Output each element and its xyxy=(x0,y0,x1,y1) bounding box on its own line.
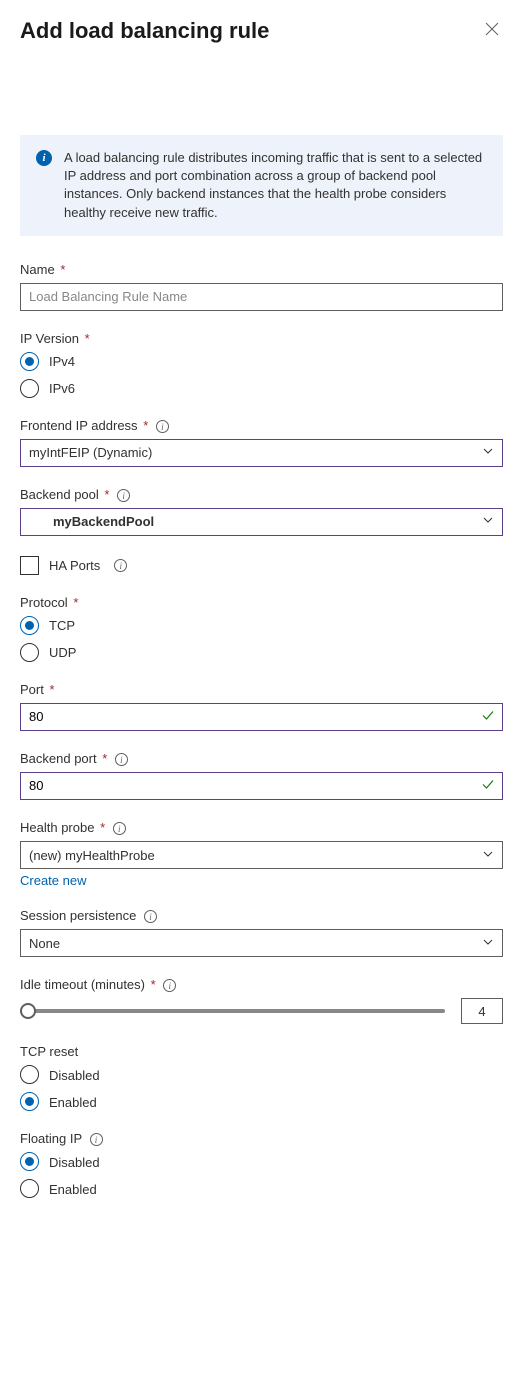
floating-ip-disabled-radio[interactable]: Disabled xyxy=(20,1152,503,1171)
radio-label: TCP xyxy=(49,617,75,633)
ip-version-label: IP Version * xyxy=(20,331,503,346)
help-icon[interactable]: i xyxy=(163,979,176,992)
health-probe-select[interactable]: (new) myHealthProbe xyxy=(20,841,503,869)
help-icon[interactable]: i xyxy=(156,420,169,433)
radio-label: IPv6 xyxy=(49,380,75,396)
page-title: Add load balancing rule xyxy=(20,18,269,44)
tcp-reset-disabled-radio[interactable]: Disabled xyxy=(20,1065,503,1084)
port-input[interactable] xyxy=(20,703,503,731)
chevron-down-icon xyxy=(482,848,494,863)
chevron-down-icon xyxy=(482,445,494,460)
radio-label: Enabled xyxy=(49,1181,97,1197)
help-icon[interactable]: i xyxy=(115,753,128,766)
ha-ports-checkbox[interactable]: HA Ports i xyxy=(20,556,503,575)
session-persistence-select[interactable]: None xyxy=(20,929,503,957)
checkbox-label: HA Ports xyxy=(49,557,100,573)
protocol-tcp-radio[interactable]: TCP xyxy=(20,616,503,635)
idle-timeout-label: Idle timeout (minutes) * i xyxy=(20,977,503,992)
ip-version-ipv6-radio[interactable]: IPv6 xyxy=(20,379,503,398)
radio-label: Disabled xyxy=(49,1154,100,1170)
backend-pool-label: Backend pool * i xyxy=(20,487,503,502)
idle-timeout-value[interactable]: 4 xyxy=(461,998,503,1024)
tcp-reset-enabled-radio[interactable]: Enabled xyxy=(20,1092,503,1111)
close-button[interactable] xyxy=(481,18,503,45)
floating-ip-label: Floating IP i xyxy=(20,1131,503,1146)
ip-version-ipv4-radio[interactable]: IPv4 xyxy=(20,352,503,371)
protocol-udp-radio[interactable]: UDP xyxy=(20,643,503,662)
select-value: None xyxy=(29,936,60,951)
close-icon xyxy=(485,22,499,36)
radio-label: Enabled xyxy=(49,1094,97,1110)
radio-label: UDP xyxy=(49,644,76,660)
backend-port-input[interactable] xyxy=(20,772,503,800)
radio-label: Disabled xyxy=(49,1067,100,1083)
help-icon[interactable]: i xyxy=(114,559,127,572)
radio-label: IPv4 xyxy=(49,353,75,369)
help-icon[interactable]: i xyxy=(117,489,130,502)
select-value: myIntFEIP (Dynamic) xyxy=(29,445,152,460)
info-text: A load balancing rule distributes incomi… xyxy=(64,149,487,222)
frontend-ip-select[interactable]: myIntFEIP (Dynamic) xyxy=(20,439,503,467)
name-label: Name * xyxy=(20,262,503,277)
info-icon: i xyxy=(36,150,52,166)
select-value: (new) myHealthProbe xyxy=(29,848,155,863)
backend-port-label: Backend port * i xyxy=(20,751,503,766)
name-input[interactable] xyxy=(20,283,503,311)
slider-thumb[interactable] xyxy=(20,1003,36,1019)
backend-pool-select[interactable]: myBackendPool xyxy=(20,508,503,536)
session-persistence-label: Session persistence i xyxy=(20,908,503,923)
info-banner: i A load balancing rule distributes inco… xyxy=(20,135,503,236)
chevron-down-icon xyxy=(482,936,494,951)
health-probe-label: Health probe * i xyxy=(20,820,503,835)
port-label: Port * xyxy=(20,682,503,697)
tcp-reset-label: TCP reset xyxy=(20,1044,503,1059)
protocol-label: Protocol * xyxy=(20,595,503,610)
create-new-link[interactable]: Create new xyxy=(20,873,86,888)
help-icon[interactable]: i xyxy=(90,1133,103,1146)
idle-timeout-slider[interactable] xyxy=(20,1001,445,1021)
help-icon[interactable]: i xyxy=(144,910,157,923)
chevron-down-icon xyxy=(482,514,494,529)
help-icon[interactable]: i xyxy=(113,822,126,835)
floating-ip-enabled-radio[interactable]: Enabled xyxy=(20,1179,503,1198)
select-value: myBackendPool xyxy=(29,514,154,529)
frontend-ip-label: Frontend IP address * i xyxy=(20,418,503,433)
